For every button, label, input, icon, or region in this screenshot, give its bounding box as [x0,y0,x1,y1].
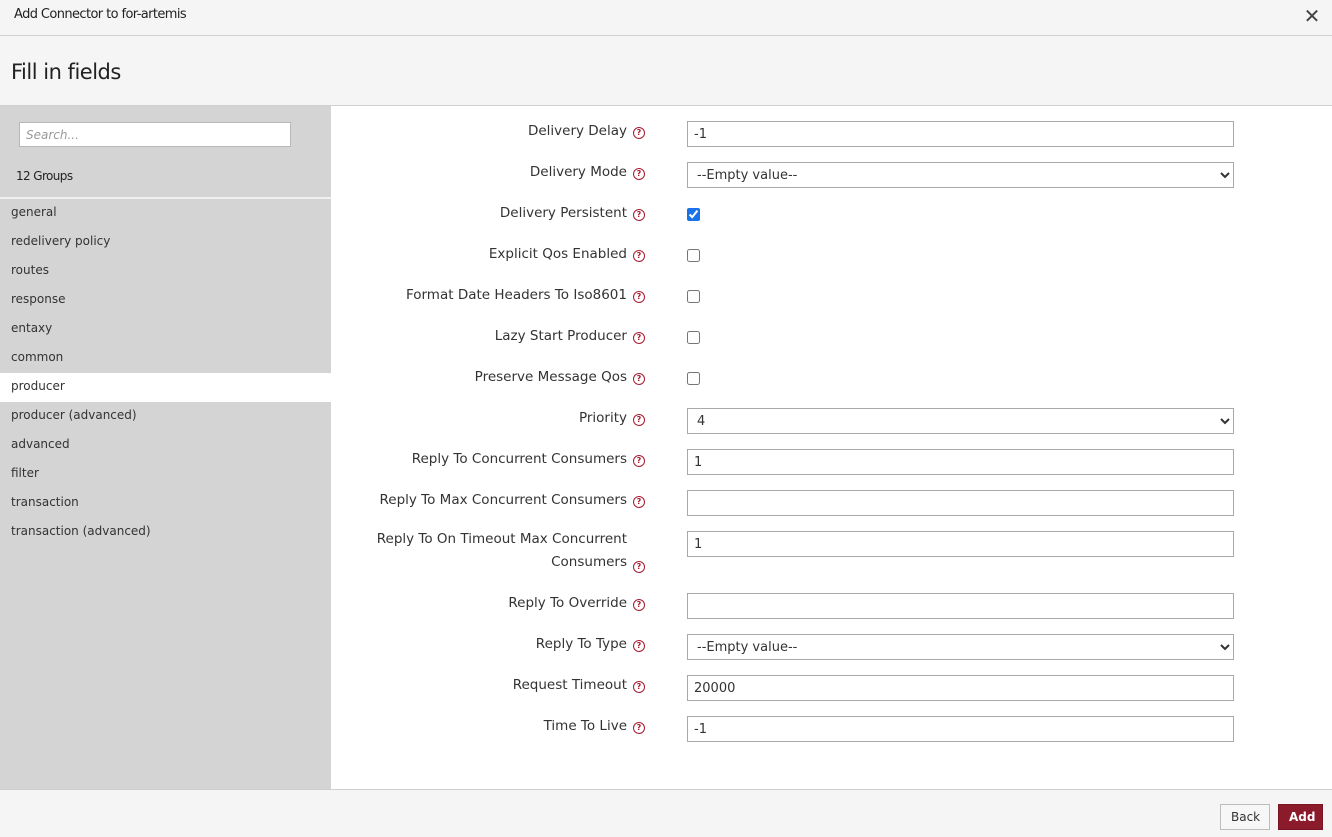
group-list: general redelivery policy routes response en… [0,199,331,547]
sidebar-item-producer[interactable]: producer [0,373,331,402]
field-label-time-to-live: Time To Live [543,718,627,734]
sidebar-item-entaxy[interactable]: entaxy [0,315,331,344]
sidebar-item-advanced[interactable]: advanced [0,431,331,460]
field-label-reply-to-override: Reply To Override [508,595,627,611]
help-circle-icon[interactable]: ? [633,250,645,262]
field-label-reply-to-max-concurrent-consumers: Reply To Max Concurrent Consumers [379,492,628,508]
form-area: Delivery Delay? Delivery Mode? --Empty val… [331,106,1332,789]
field-label-delivery-mode: Delivery Mode [529,164,627,180]
input-reply-to-override[interactable] [687,593,1234,619]
help-circle-icon[interactable]: ? [633,496,645,508]
sidebar-item-producer-advanced[interactable]: producer (advanced) [0,402,331,431]
page-title: Fill in fields [11,60,121,84]
field-label-reply-to-on-timeout-max-concurrent-consumers: Reply To On Timeout Max Concurrent Consu… [376,531,627,570]
help-circle-icon[interactable]: ? [633,209,645,221]
field-label-reply-to-type: Reply To Type [535,636,627,652]
sidebar-item-response[interactable]: response [0,286,331,315]
groups-count: 12 Groups [16,169,73,183]
help-circle-icon[interactable]: ? [633,599,645,611]
help-circle-icon[interactable]: ? [633,455,645,467]
help-circle-icon[interactable]: ? [633,681,645,693]
dialog-footer: Back Add [0,789,1332,837]
field-label-delivery-persistent: Delivery Persistent [499,205,627,221]
sidebar-item-filter[interactable]: filter [0,460,331,489]
field-label-delivery-delay: Delivery Delay [527,123,627,139]
checkbox-delivery-persistent[interactable] [687,208,700,221]
checkbox-format-date-headers-to-iso8601[interactable] [687,290,700,303]
input-delivery-delay[interactable] [687,121,1234,147]
dialog-title: Add Connector to for-artemis [14,7,187,22]
search-input[interactable] [19,122,291,147]
sidebar-item-common[interactable]: common [0,344,331,373]
input-request-timeout[interactable] [687,675,1234,701]
field-label-lazy-start-producer: Lazy Start Producer [494,328,627,344]
dialog-titlebar: Add Connector to for-artemis ✕ [0,0,1332,36]
help-circle-icon[interactable]: ? [633,561,645,573]
select-priority[interactable]: 4 [687,408,1234,434]
help-circle-icon[interactable]: ? [633,332,645,344]
select-reply-to-type[interactable]: --Empty value-- [687,634,1234,660]
close-icon[interactable]: ✕ [1300,4,1324,28]
help-circle-icon[interactable]: ? [633,414,645,426]
sidebar-item-transaction[interactable]: transaction [0,489,331,518]
input-time-to-live[interactable] [687,716,1234,742]
add-button[interactable]: Add [1278,804,1323,830]
help-circle-icon[interactable]: ? [633,373,645,385]
field-label-preserve-message-qos: Preserve Message Qos [474,369,627,385]
field-label-format-date-headers-to-iso8601: Format Date Headers To Iso8601 [405,287,627,303]
checkbox-explicit-qos-enabled[interactable] [687,249,700,262]
sidebar-item-redelivery-policy[interactable]: redelivery policy [0,228,331,257]
page-header: Fill in fields [0,36,1332,106]
field-label-explicit-qos-enabled: Explicit Qos Enabled [488,246,627,262]
help-circle-icon[interactable]: ? [633,168,645,180]
back-button[interactable]: Back [1220,804,1270,830]
help-circle-icon[interactable]: ? [633,127,645,139]
sidebar-item-transaction-advanced[interactable]: transaction (advanced) [0,518,331,547]
sidebar-item-general[interactable]: general [0,199,331,228]
help-circle-icon[interactable]: ? [633,640,645,652]
sidebar: 12 Groups generalredelivery policyroutes… [0,106,331,789]
checkbox-preserve-message-qos[interactable] [687,372,700,385]
checkbox-lazy-start-producer[interactable] [687,331,700,344]
sidebar-item-routes[interactable]: routes [0,257,331,286]
select-delivery-mode[interactable]: --Empty value-- [687,162,1234,188]
help-circle-icon[interactable]: ? [633,722,645,734]
input-reply-to-concurrent-consumers[interactable] [687,449,1234,475]
input-reply-to-on-timeout-max-concurrent-consumers[interactable] [687,531,1234,557]
field-label-reply-to-concurrent-consumers: Reply To Concurrent Consumers [411,451,627,467]
field-label-priority: Priority [578,410,627,426]
field-label-request-timeout: Request Timeout [512,677,627,693]
input-reply-to-max-concurrent-consumers[interactable] [687,490,1234,516]
help-circle-icon[interactable]: ? [633,291,645,303]
